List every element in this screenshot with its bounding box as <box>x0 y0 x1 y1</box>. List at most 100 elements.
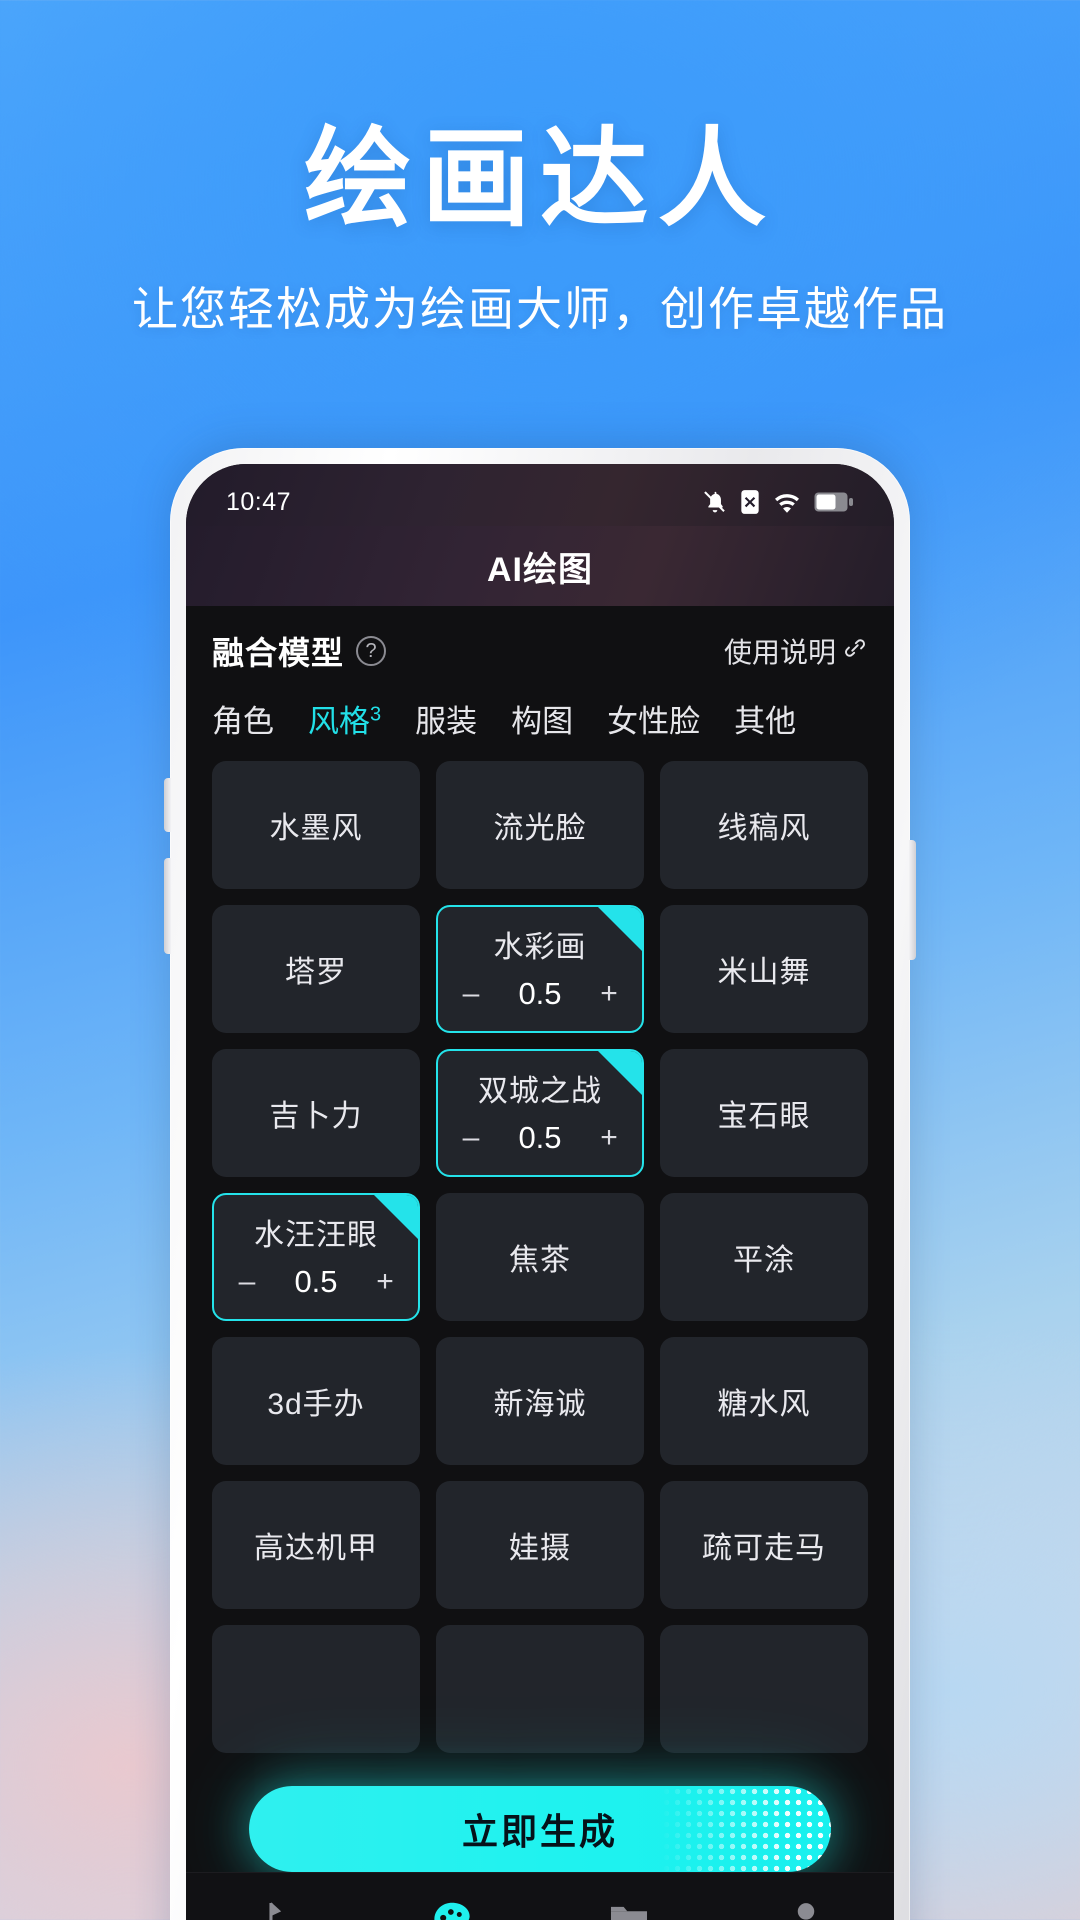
decrease-button[interactable]: – <box>458 977 484 1011</box>
tab-label: 服装 <box>415 704 478 739</box>
main-content: 融合模型 ? 使用说明 角色 风格3 服装 构图 女性脸 其他 水墨风 流光脸 线稿风 塔罗水 <box>186 606 894 1920</box>
model-cell[interactable]: 新海诚 <box>436 1337 644 1465</box>
status-bar: 10:47 <box>186 464 894 526</box>
promo-subtitle: 让您轻松成为绘画大师，创作卓越作品 <box>132 282 948 335</box>
weight-value: 0.5 <box>518 1120 562 1155</box>
model-cell[interactable]: 娃摄 <box>436 1481 644 1609</box>
battery-icon <box>814 491 854 513</box>
halftone-dots-decoration <box>661 1786 831 1872</box>
tab-label: 其他 <box>734 704 797 739</box>
decrease-button[interactable]: – <box>234 1265 260 1299</box>
model-name: 3d手办 <box>267 1388 365 1421</box>
model-cell[interactable]: 双城之战 –0.5 + <box>436 1049 644 1177</box>
flag-pin-icon <box>252 1898 298 1920</box>
model-name: 娃摄 <box>509 1532 571 1565</box>
question-mark-icon[interactable]: ? <box>356 636 387 666</box>
tab-3[interactable]: 构图 <box>511 696 573 741</box>
tab-4[interactable]: 女性脸 <box>607 696 700 741</box>
model-name: 疏可走马 <box>702 1532 826 1565</box>
model-cell[interactable]: 线稿风 <box>660 761 868 889</box>
weight-stepper: –0.5 + <box>438 1120 642 1156</box>
model-cell[interactable] <box>212 1625 420 1753</box>
app-bar: AI绘图 <box>186 526 894 606</box>
nav-item-draw[interactable] <box>363 1898 540 1920</box>
palette-icon <box>429 1898 475 1920</box>
model-cell[interactable]: 高达机甲 <box>212 1481 420 1609</box>
increase-button[interactable]: + <box>596 1121 622 1155</box>
tab-label: 风格 <box>308 704 370 739</box>
status-bar-time: 10:47 <box>226 487 292 516</box>
person-icon <box>783 1898 829 1920</box>
tab-5[interactable]: 其他 <box>734 696 796 741</box>
model-name: 平涂 <box>733 1244 795 1277</box>
weight-stepper: –0.5 + <box>214 1264 418 1300</box>
tab-badge: 3 <box>370 703 382 726</box>
model-grid: 水墨风 流光脸 线稿风 塔罗 水彩画 –0.5 + 米山舞 吉卜力 双城之战 –0.5 + 宝石眼 水汪汪… <box>186 755 894 1753</box>
model-cell[interactable]: 宝石眼 <box>660 1049 868 1177</box>
weight-value: 0.5 <box>294 1264 338 1299</box>
model-cell[interactable]: 水汪汪眼 –0.5 + <box>212 1193 420 1321</box>
model-name: 糖水风 <box>717 1388 811 1421</box>
instructions-link[interactable]: 使用说明 <box>724 631 868 671</box>
bell-mute-icon <box>702 489 728 515</box>
sim-card-off-icon <box>740 489 760 515</box>
model-name: 水汪汪眼 <box>254 1219 378 1252</box>
model-cell[interactable] <box>660 1625 868 1753</box>
phone-screen: 10:47 AI绘图 融合模型 ? 使用说明 角色 风格3 服装 构图 女性脸 … <box>186 464 894 1920</box>
generate-button[interactable]: 立即生成 <box>249 1786 831 1872</box>
model-cell[interactable]: 流光脸 <box>436 761 644 889</box>
model-cell[interactable]: 糖水风 <box>660 1337 868 1465</box>
model-name: 双城之战 <box>478 1075 602 1108</box>
promo-header: 绘画达人 让您轻松成为绘画大师，创作卓越作品 <box>0 0 1080 339</box>
model-cell[interactable]: 米山舞 <box>660 905 868 1033</box>
model-name: 米山舞 <box>717 956 811 989</box>
model-cell[interactable]: 塔罗 <box>212 905 420 1033</box>
phone-mockup: 10:47 AI绘图 融合模型 ? 使用说明 角色 风格3 服装 构图 女性脸 … <box>164 448 916 1920</box>
model-cell[interactable]: 水彩画 –0.5 + <box>436 905 644 1033</box>
section-title: 融合模型 <box>212 635 345 671</box>
model-name: 水墨风 <box>269 812 363 845</box>
model-cell[interactable]: 平涂 <box>660 1193 868 1321</box>
model-name: 高达机甲 <box>254 1532 378 1565</box>
selected-corner-icon <box>598 1051 642 1095</box>
model-cell[interactable]: 疏可走马 <box>660 1481 868 1609</box>
generate-button-label: 立即生成 <box>461 1811 618 1852</box>
selected-corner-icon <box>374 1195 418 1239</box>
model-name: 新海诚 <box>493 1388 587 1421</box>
decrease-button[interactable]: – <box>458 1121 484 1155</box>
section-header: 融合模型 ? 使用说明 <box>186 606 894 680</box>
model-cell[interactable]: 水墨风 <box>212 761 420 889</box>
nav-item-profile[interactable] <box>717 1898 894 1920</box>
tab-label: 女性脸 <box>607 704 701 739</box>
nav-item-files[interactable] <box>540 1898 717 1920</box>
tab-1[interactable]: 风格3 <box>308 696 381 741</box>
app-bar-title: AI绘图 <box>487 550 593 589</box>
model-cell[interactable]: 吉卜力 <box>212 1049 420 1177</box>
tab-label: 角色 <box>212 704 274 739</box>
category-tabs: 角色 风格3 服装 构图 女性脸 其他 <box>186 680 894 755</box>
model-cell[interactable] <box>436 1625 644 1753</box>
model-cell[interactable]: 3d手办 <box>212 1337 420 1465</box>
wifi-icon <box>772 489 802 515</box>
promo-title: 绘画达人 <box>303 118 776 239</box>
tab-2[interactable]: 服装 <box>415 696 477 741</box>
tab-0[interactable]: 角色 <box>212 696 274 741</box>
model-name: 焦茶 <box>509 1244 571 1277</box>
section-header-left: 融合模型 ? <box>212 628 387 674</box>
increase-button[interactable]: + <box>596 977 622 1011</box>
model-name: 塔罗 <box>285 956 347 989</box>
generate-button-wrap: 立即生成 <box>186 1786 894 1872</box>
model-name: 宝石眼 <box>717 1100 811 1133</box>
selected-corner-icon <box>598 907 642 951</box>
status-bar-icons <box>702 489 854 515</box>
link-icon <box>842 635 868 668</box>
bottom-nav <box>186 1872 894 1920</box>
phone-power-button <box>909 840 916 960</box>
model-cell[interactable]: 焦茶 <box>436 1193 644 1321</box>
weight-stepper: –0.5 + <box>438 976 642 1012</box>
nav-item-discover[interactable] <box>186 1898 363 1920</box>
tab-label: 构图 <box>511 704 574 739</box>
model-name: 吉卜力 <box>269 1100 363 1133</box>
increase-button[interactable]: + <box>372 1265 398 1299</box>
weight-value: 0.5 <box>518 976 562 1011</box>
